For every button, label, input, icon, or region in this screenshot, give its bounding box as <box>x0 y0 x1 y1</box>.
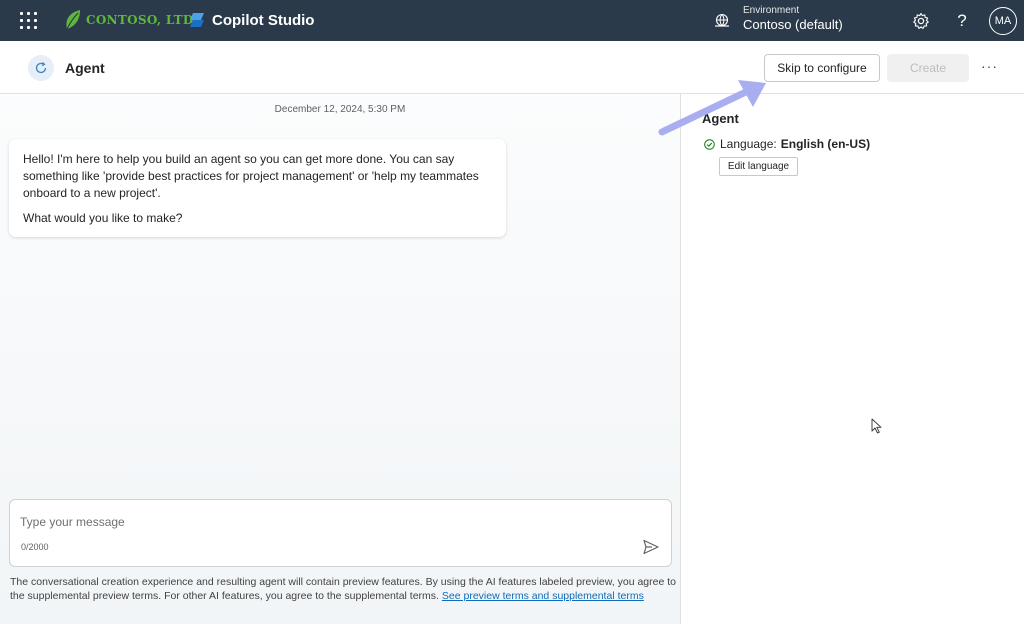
message-paragraph: What would you like to make? <box>23 211 183 225</box>
environment-picker[interactable]: Environment Contoso (default) <box>714 5 843 33</box>
preview-disclaimer: The conversational creation experience a… <box>10 575 686 603</box>
message-composer: 0/2000 <box>9 499 672 567</box>
environment-icon <box>715 13 729 27</box>
assistant-message: Hello! I'm here to help you build an age… <box>9 139 506 237</box>
environment-label: Environment <box>743 5 800 16</box>
language-value: English (en-US) <box>780 137 871 151</box>
agent-details-panel: Agent Language: English (en-US) Edit lan… <box>680 94 1024 624</box>
top-nav-bar: CONTOSO, LTD. Copilot Studio Environment… <box>0 0 1024 41</box>
chat-panel: December 12, 2024, 5:30 PM Hello! I'm he… <box>0 94 680 624</box>
environment-value: Contoso (default) <box>743 17 843 32</box>
more-options-icon[interactable]: ··· <box>981 58 999 76</box>
agent-icon <box>28 55 54 81</box>
product-name: Copilot Studio <box>212 11 315 29</box>
agent-header: Agent Skip to configure Create ··· <box>0 41 1024 94</box>
message-paragraph: Hello! I'm here to help you build an age… <box>23 152 479 200</box>
send-icon[interactable] <box>642 538 660 556</box>
message-input[interactable] <box>20 513 620 531</box>
gear-icon[interactable] <box>912 12 930 30</box>
language-row: Language: English (en-US) <box>704 137 870 151</box>
app-launcher-icon[interactable] <box>20 12 37 29</box>
mouse-cursor-icon <box>871 418 882 434</box>
help-icon[interactable]: ? <box>953 12 971 30</box>
check-circle-icon <box>704 138 715 150</box>
product-brand[interactable]: Copilot Studio <box>188 11 314 29</box>
copilot-studio-icon <box>190 13 204 27</box>
message-timestamp: December 12, 2024, 5:30 PM <box>274 104 406 115</box>
language-label: Language: <box>720 137 777 151</box>
preview-terms-link[interactable]: See preview terms and supplemental terms <box>442 590 644 602</box>
org-logo: CONTOSO, LTD. <box>64 9 198 31</box>
create-button[interactable]: Create <box>887 54 969 82</box>
org-name: CONTOSO, LTD. <box>86 13 198 27</box>
edit-language-button[interactable]: Edit language <box>719 157 798 176</box>
page-title: Agent <box>65 60 105 76</box>
panel-title: Agent <box>702 111 739 126</box>
leaf-icon <box>66 10 80 30</box>
user-avatar[interactable]: MA <box>989 7 1017 35</box>
skip-to-configure-button[interactable]: Skip to configure <box>764 54 880 82</box>
refresh-icon <box>35 62 47 74</box>
character-counter: 0/2000 <box>21 542 49 552</box>
